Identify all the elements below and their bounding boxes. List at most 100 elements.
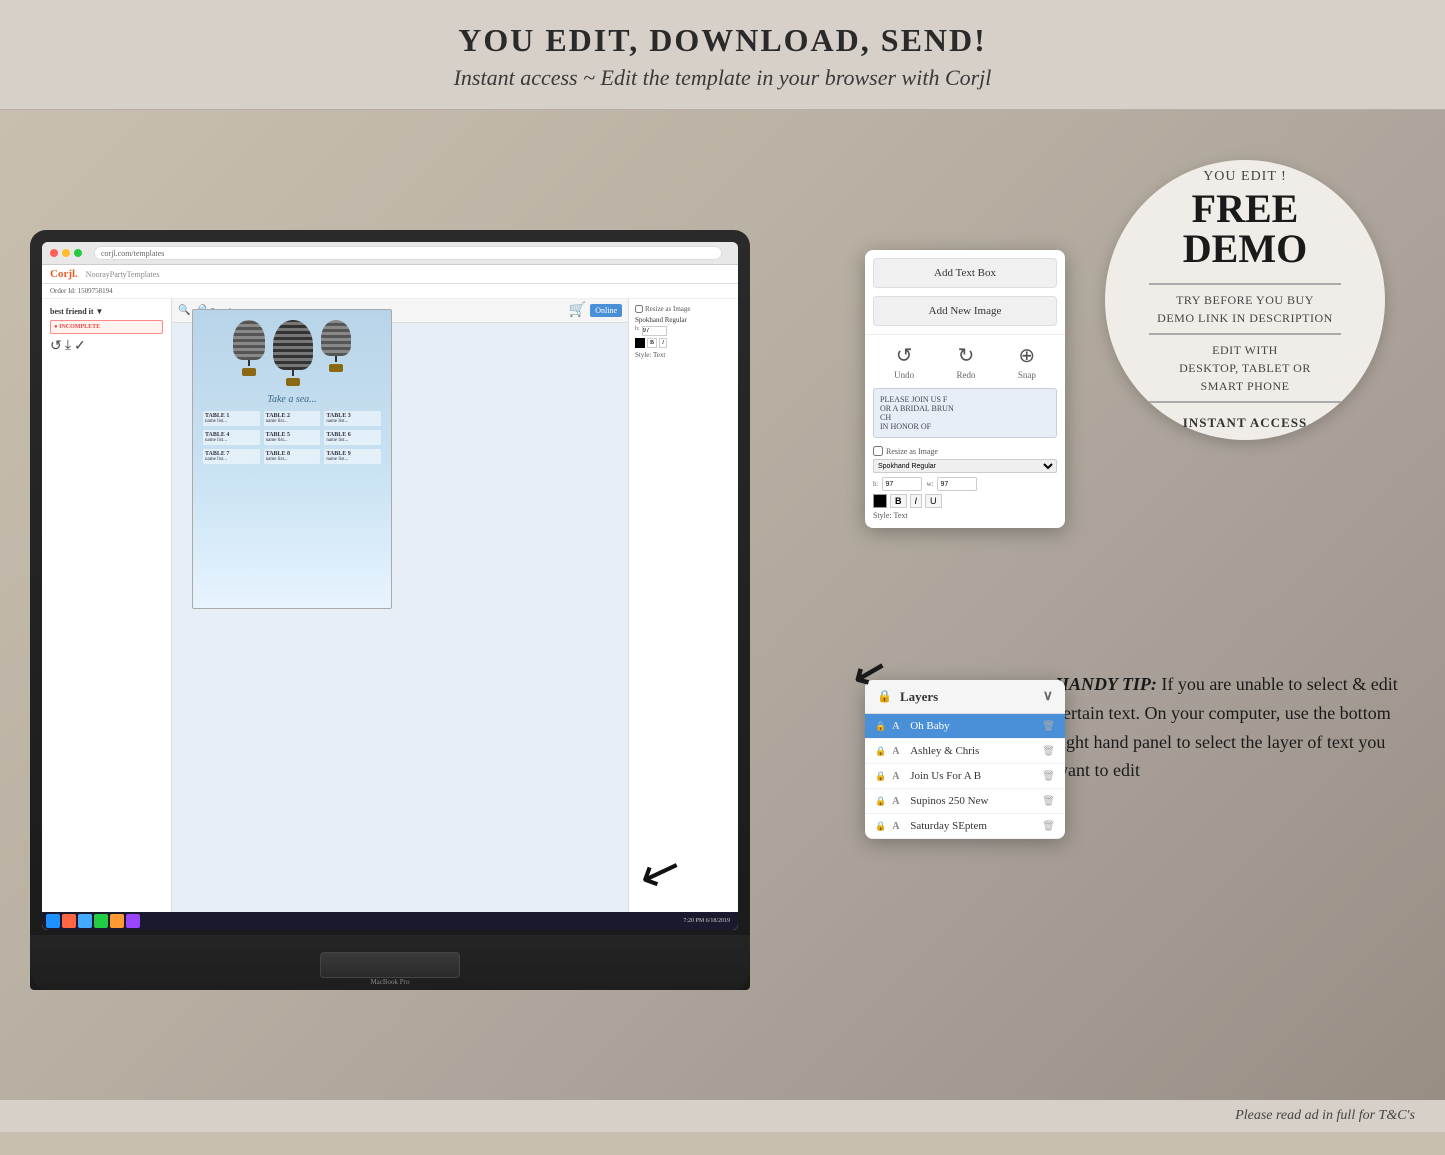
bold-format-btn[interactable]: B (890, 494, 907, 508)
balloon-body-1 (233, 320, 265, 360)
corjl-nav-label: NoorayPartyTemplates (86, 270, 160, 279)
browser-dot-red[interactable] (50, 249, 58, 257)
layer-type-3: A (892, 771, 904, 782)
balloon-body-3 (321, 320, 351, 356)
browser-dot-yellow[interactable] (62, 249, 70, 257)
taskbar-app-1[interactable] (62, 914, 76, 928)
demo-edit-with: EDIT WITH (1212, 341, 1278, 359)
demo-devices: DESKTOP, TABLET OR (1179, 359, 1311, 377)
layer-lock-3: 🔒 (875, 771, 886, 782)
layer-trash-3[interactable]: 🗑 (1042, 771, 1055, 782)
style-text-label: Style: Text (635, 351, 732, 359)
layer-item-saturday[interactable]: 🔒 A Saturday SEptem 🗑 (865, 814, 1065, 839)
demo-divider-3 (1149, 401, 1341, 403)
online-btn[interactable]: Online (590, 304, 622, 317)
layer-trash-2[interactable]: 🗑 (1042, 746, 1055, 757)
h-label: h: (873, 480, 878, 488)
main-area: corjl.com/templates Corjl. NoorayPartyTe… (0, 110, 1445, 1100)
layers-chevron[interactable]: ∨ (1043, 688, 1053, 705)
undo-btn[interactable]: ↺ Undo (894, 343, 914, 380)
layer-trash-4[interactable]: 🗑 (1042, 796, 1055, 807)
handy-tip-area: HANDY TIP: If you are unable to select &… (1055, 670, 1405, 785)
demo-smartphone: SMART PHONE (1201, 377, 1290, 395)
table-cell-1: TABLE 1name list... (203, 411, 260, 426)
balloon-basket-1 (242, 368, 256, 376)
height-field[interactable] (882, 477, 922, 491)
underline-format-btn[interactable]: U (925, 494, 942, 508)
taskbar-app-2[interactable] (78, 914, 92, 928)
bold-btn[interactable]: B (647, 338, 657, 348)
corjl-sidebar: best friend it ▼ ● INCOMPLETE ↺ ⤓ ✓ (42, 299, 172, 930)
corjl-body: best friend it ▼ ● INCOMPLETE ↺ ⤓ ✓ (42, 299, 738, 930)
zoom-in-icon[interactable]: 🔍 (178, 305, 190, 316)
table-cell-4: TABLE 4name list... (203, 430, 260, 445)
reload-icon[interactable]: ↺ (50, 338, 62, 355)
size-controls: h: (635, 326, 732, 336)
layer-item-join-us[interactable]: 🔒 A Join Us For A B 🗑 (865, 764, 1065, 789)
taskbar-app-4[interactable] (110, 914, 124, 928)
check-icon[interactable]: ✓ (74, 338, 86, 355)
height-input[interactable] (642, 326, 667, 336)
order-id-bar: Order Id: 1509758194 (42, 284, 738, 299)
layer-name-ashley: Ashley & Chris (910, 745, 1036, 757)
font-select[interactable]: Spokhand Regular (873, 459, 1057, 473)
layer-trash-1[interactable]: 🗑 (1042, 721, 1055, 732)
resize-checkbox[interactable] (635, 305, 643, 313)
layer-item-oh-baby[interactable]: 🔒 A Oh Baby 🗑 (865, 714, 1065, 739)
taskbar-app-5[interactable] (126, 914, 140, 928)
corjl-topbar: Corjl. NoorayPartyTemplates (42, 265, 738, 284)
panel-toolbar: ↺ Undo ↻ Redo ⊕ Snap (865, 334, 1065, 388)
color-format-controls: B I (635, 338, 732, 348)
corjl-right-panel: Resize as Image Spokhand Regular h: B I (628, 299, 738, 930)
demo-free-text: FREE (1192, 189, 1299, 229)
italic-btn[interactable]: I (659, 338, 667, 348)
free-demo-circle: YOU EDIT ! FREE DEMO TRY BEFORE YOU BUY … (1105, 160, 1385, 440)
trackpad[interactable] (320, 952, 460, 978)
layer-trash-5[interactable]: 🗑 (1042, 821, 1055, 832)
font-row: Spokhand Regular (873, 459, 1057, 473)
width-field[interactable] (937, 477, 977, 491)
layer-type-1: A (892, 721, 904, 732)
layer-name-saturday: Saturday SEptem (910, 820, 1036, 832)
add-text-box-btn[interactable]: Add Text Box (873, 258, 1057, 288)
resize-image-cb[interactable] (873, 446, 883, 456)
redo-btn[interactable]: ↻ Redo (956, 343, 975, 380)
height-label: h: (635, 326, 640, 336)
top-banner: YOU EDIT, DOWNLOAD, SEND! Instant access… (0, 0, 1445, 110)
action-icons: ↺ ⤓ ✓ (50, 338, 163, 355)
balloon-area (233, 320, 351, 386)
main-title: YOU EDIT, DOWNLOAD, SEND! (20, 22, 1425, 59)
demo-divider-2 (1149, 333, 1341, 335)
add-new-image-btn[interactable]: Add New Image (873, 296, 1057, 326)
layer-lock-1: 🔒 (875, 721, 886, 732)
demo-link-desc: DEMO LINK IN DESCRIPTION (1157, 309, 1333, 327)
table-cell-6: TABLE 6name list... (324, 430, 381, 445)
table-cell-7: TABLE 7name list... (203, 449, 260, 464)
taskbar: 7:20 PM 6/18/2019 (42, 912, 738, 930)
browser-url[interactable]: corjl.com/templates (94, 246, 722, 260)
macbook-brand: MacBook Pro (370, 978, 409, 986)
panel-text-content[interactable]: PLEASE JOIN US FOR A BRIDAL BRUNCHIN HON… (873, 388, 1057, 438)
layer-name-oh-baby: Oh Baby (910, 720, 1036, 732)
download-icon[interactable]: ⤓ (65, 338, 71, 355)
snap-btn[interactable]: ⊕ Snap (1018, 343, 1036, 380)
balloon-basket-3 (329, 364, 343, 372)
layer-item-supinos[interactable]: 🔒 A Supinos 250 New 🗑 (865, 789, 1065, 814)
layer-item-ashley[interactable]: 🔒 A Ashley & Chris 🗑 (865, 739, 1065, 764)
demo-try-before: TRY BEFORE YOU BUY (1176, 291, 1314, 309)
table-cell-5: TABLE 5name list... (264, 430, 321, 445)
layer-type-2: A (892, 746, 904, 757)
cart-icon[interactable]: 🛒 (569, 302, 586, 319)
balloon-2 (273, 320, 313, 386)
demo-demo-text: DEMO (1183, 229, 1307, 269)
browser-dot-green[interactable] (74, 249, 82, 257)
seating-text: Take a sea... (267, 394, 316, 405)
balloon-rope-2 (292, 370, 294, 376)
start-icon[interactable] (46, 914, 60, 928)
color-swatch-black[interactable] (635, 338, 645, 348)
text-color-swatch[interactable] (873, 494, 887, 508)
balloon-rope-3 (335, 356, 337, 362)
italic-format-btn[interactable]: I (910, 494, 923, 508)
layers-title: Layers (900, 689, 938, 705)
taskbar-app-3[interactable] (94, 914, 108, 928)
